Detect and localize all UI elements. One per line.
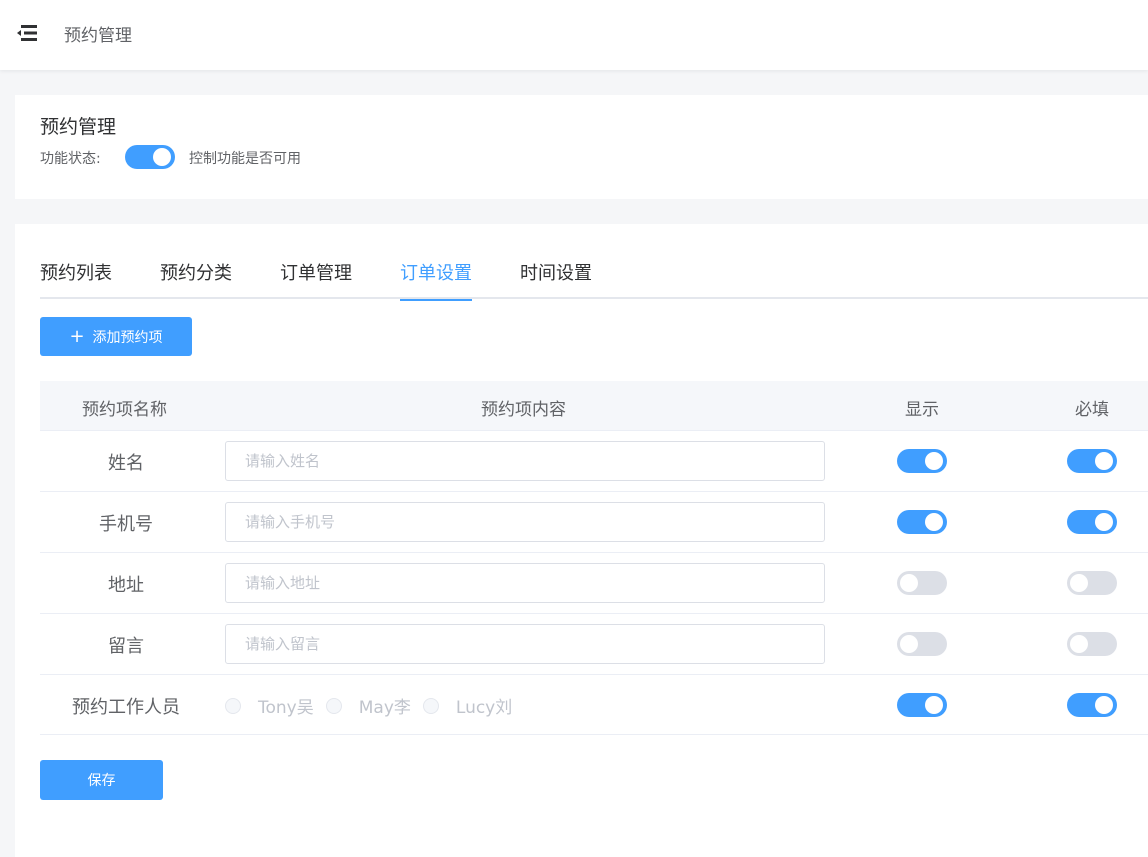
switch-knob	[1070, 635, 1088, 653]
switch-knob	[1095, 696, 1113, 714]
tab-order-settings[interactable]: 订单设置	[400, 262, 472, 301]
row-name: 预约工作人员	[72, 697, 180, 718]
status-label: 功能状态:	[40, 151, 101, 167]
radio-label: Tony吴	[258, 698, 314, 718]
menu-fold-icon[interactable]	[16, 24, 38, 42]
show-switch[interactable]	[897, 693, 947, 717]
breadcrumb-title: 预约管理	[64, 26, 132, 46]
staff-radio-option[interactable]: Tony吴	[225, 693, 314, 718]
name-input[interactable]	[225, 441, 825, 481]
row-name: 姓名	[108, 453, 144, 474]
switch-knob	[925, 513, 943, 531]
row-name: 留言	[108, 636, 144, 657]
required-switch[interactable]	[1067, 632, 1117, 656]
header-show: 显示	[905, 400, 939, 420]
show-switch[interactable]	[897, 632, 947, 656]
required-switch[interactable]	[1067, 693, 1117, 717]
switch-knob	[1095, 513, 1113, 531]
top-bar: 预约管理	[0, 0, 1148, 70]
switch-knob	[925, 696, 943, 714]
table-row: 预约工作人员 Tony吴 May李 Lucy刘	[40, 675, 1148, 735]
row-name: 地址	[108, 575, 144, 596]
tab-order-management[interactable]: 订单管理	[280, 262, 352, 299]
add-item-button[interactable]: + 添加预约项	[40, 317, 192, 356]
staff-radio-option[interactable]: Lucy刘	[422, 693, 513, 718]
radio-label: Lucy刘	[455, 698, 513, 718]
table-header: 预约项名称 预约项内容 显示 必填	[40, 381, 1148, 431]
address-input[interactable]	[225, 563, 825, 603]
row-name: 手机号	[99, 514, 153, 535]
message-input[interactable]	[225, 624, 825, 664]
radio-label: May李	[358, 698, 411, 718]
tab-bar: 预约列表 预约分类 订单管理 订单设置 时间设置	[40, 262, 1148, 301]
radio-circle	[225, 697, 241, 714]
phone-input[interactable]	[225, 502, 825, 542]
show-switch[interactable]	[897, 571, 947, 595]
header-item-content: 预约项内容	[481, 400, 566, 420]
feature-title: 预约管理	[40, 116, 117, 138]
switch-knob	[900, 635, 918, 653]
table-row: 地址	[40, 553, 1148, 614]
show-switch[interactable]	[897, 449, 947, 473]
required-switch[interactable]	[1067, 449, 1117, 473]
plus-icon: +	[69, 325, 85, 347]
tab-time-settings[interactable]: 时间设置	[520, 262, 592, 299]
staff-radio-option[interactable]: May李	[325, 693, 411, 718]
main-card: 预约列表 预约分类 订单管理 订单设置 时间设置 + 添加预约项 预约项名称 预…	[15, 224, 1148, 857]
tab-appointment-category[interactable]: 预约分类	[160, 262, 232, 299]
save-button[interactable]: 保存	[40, 760, 163, 800]
settings-table: 预约项名称 预约项内容 显示 必填 姓名 手机号 地址 留言	[40, 381, 1148, 735]
switch-knob	[925, 452, 943, 470]
table-row: 姓名	[40, 431, 1148, 492]
add-item-label: 添加预约项	[92, 329, 163, 346]
tab-appointment-list[interactable]: 预约列表	[40, 262, 112, 299]
header-required: 必填	[1075, 400, 1109, 420]
switch-knob	[900, 574, 918, 592]
header-item-name: 预约项名称	[82, 400, 167, 420]
table-row: 留言	[40, 614, 1148, 675]
feature-card: 预约管理 功能状态: 控制功能是否可用	[15, 95, 1148, 199]
feature-status-switch[interactable]	[125, 145, 175, 169]
switch-knob	[1070, 574, 1088, 592]
required-switch[interactable]	[1067, 510, 1117, 534]
table-row: 手机号	[40, 492, 1148, 553]
switch-knob	[153, 148, 171, 166]
radio-circle	[422, 697, 439, 714]
required-switch[interactable]	[1067, 571, 1117, 595]
staff-radio-group: Tony吴 May李 Lucy刘	[225, 693, 524, 718]
show-switch[interactable]	[897, 510, 947, 534]
switch-knob	[1095, 452, 1113, 470]
radio-circle	[325, 697, 342, 714]
status-hint: 控制功能是否可用	[189, 151, 301, 167]
